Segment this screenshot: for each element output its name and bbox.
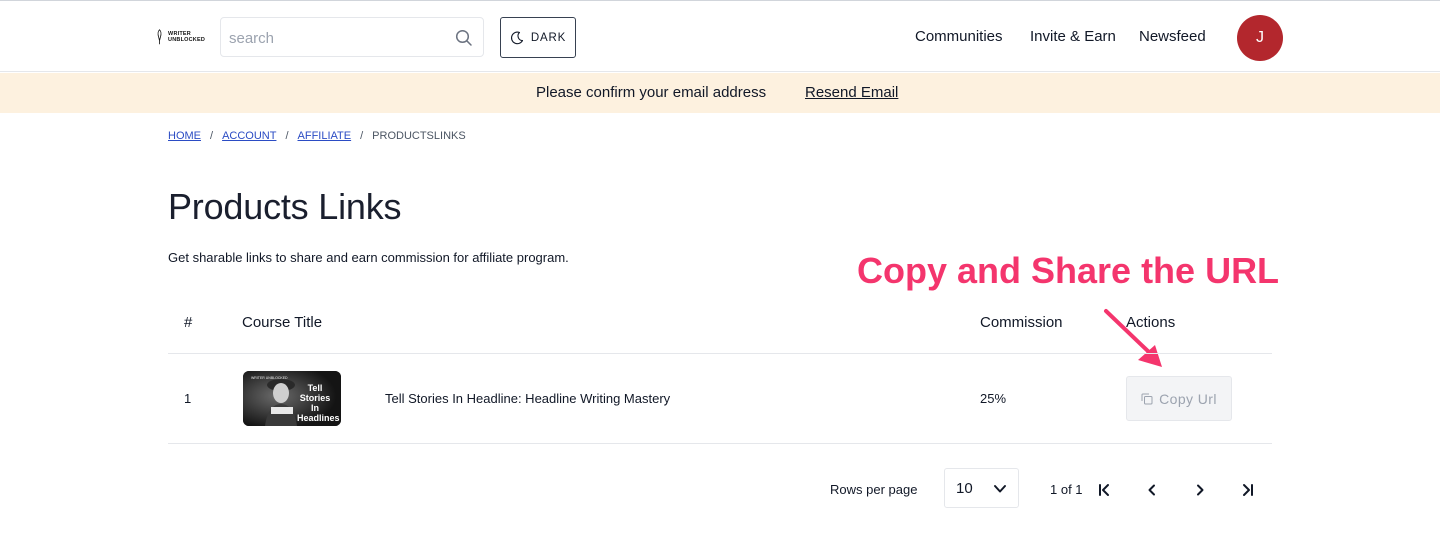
page-subtitle: Get sharable links to share and earn com… [168, 250, 569, 265]
previous-page-button[interactable] [1142, 480, 1162, 500]
thumbnail-title: Tell Stories In Headlines [297, 383, 340, 423]
col-header-actions: Actions [1126, 314, 1176, 331]
breadcrumb-account[interactable]: ACCOUNT [222, 130, 276, 142]
col-header-course-title: Course Title [242, 314, 323, 331]
breadcrumb-separator: / [360, 130, 364, 142]
banner-message: Please confirm your email address [536, 84, 767, 101]
commission-value: 25% [980, 391, 1007, 406]
nav-communities[interactable]: Communities [915, 28, 1003, 45]
table-row-divider [168, 443, 1272, 444]
breadcrumb: HOME / ACCOUNT / AFFILIATE / PRODUCTSLIN… [168, 130, 466, 142]
chevron-right-icon [1197, 484, 1204, 496]
page-info: 1 of 1 [1050, 482, 1083, 497]
thumbnail-brand: WRITER UNBLOCKED [251, 376, 288, 380]
col-header-index: # [184, 314, 193, 331]
course-thumbnail[interactable]: WRITER UNBLOCKED Tell Stories In Headlin… [243, 371, 341, 426]
avatar-initial: J [1256, 29, 1264, 46]
copy-url-button[interactable]: Copy Url [1126, 376, 1232, 421]
avatar[interactable]: J [1237, 15, 1283, 61]
rows-per-page-label: Rows per page [830, 482, 918, 497]
search-box [220, 17, 484, 57]
rows-per-page-select[interactable]: 10 [944, 468, 1019, 508]
first-page-button[interactable] [1094, 480, 1114, 500]
resend-email-link[interactable]: Resend Email [805, 84, 898, 101]
search-icon[interactable] [455, 29, 473, 47]
page-title: Products Links [168, 186, 402, 227]
header: WRITER UNBLOCKED DARK Communities Invite… [0, 1, 1440, 72]
dark-mode-label: DARK [530, 31, 567, 44]
dark-mode-button[interactable]: DARK [500, 17, 576, 58]
nav-invite-earn[interactable]: Invite & Earn [1030, 28, 1116, 45]
breadcrumb-affiliate[interactable]: AFFILIATE [298, 130, 352, 142]
logo-text: WRITER UNBLOCKED [168, 31, 205, 43]
pen-icon [157, 29, 162, 45]
logo[interactable]: WRITER UNBLOCKED [155, 27, 205, 47]
email-confirm-banner: Please confirm your email address Resend… [0, 73, 1440, 113]
rows-per-page-value: 10 [956, 480, 973, 497]
breadcrumb-separator: / [285, 130, 289, 142]
row-index: 1 [184, 391, 192, 406]
logo-line2: UNBLOCKED [168, 37, 205, 43]
breadcrumb-separator: / [210, 130, 214, 142]
annotation-text: Copy and Share the URL [857, 250, 1280, 291]
chevron-left-icon [1148, 484, 1155, 496]
copy-icon [1141, 393, 1153, 404]
nav-newsfeed[interactable]: Newsfeed [1139, 28, 1206, 45]
search-input[interactable] [229, 27, 439, 49]
breadcrumb-current: PRODUCTSLINKS [372, 130, 466, 142]
chevron-down-icon [994, 485, 1006, 493]
last-page-icon [1243, 484, 1253, 496]
next-page-button[interactable] [1190, 480, 1210, 500]
course-title[interactable]: Tell Stories In Headline: Headline Writi… [385, 391, 670, 406]
first-page-icon [1099, 484, 1109, 496]
table-header-divider [168, 353, 1272, 354]
copy-url-label: Copy Url [1159, 390, 1217, 407]
breadcrumb-home[interactable]: HOME [168, 130, 201, 142]
moon-icon [510, 31, 523, 44]
col-header-commission: Commission [980, 314, 1063, 331]
last-page-button[interactable] [1238, 480, 1258, 500]
